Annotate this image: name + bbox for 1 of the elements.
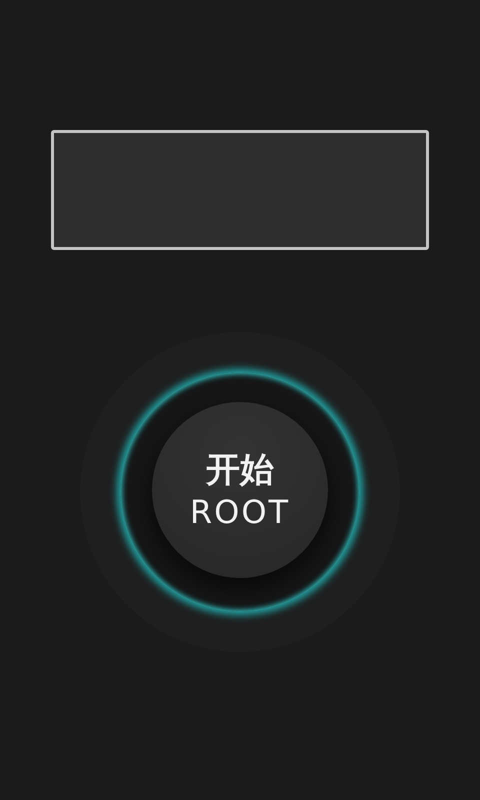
start-root-button[interactable]: 开始 ROOT (152, 402, 328, 578)
